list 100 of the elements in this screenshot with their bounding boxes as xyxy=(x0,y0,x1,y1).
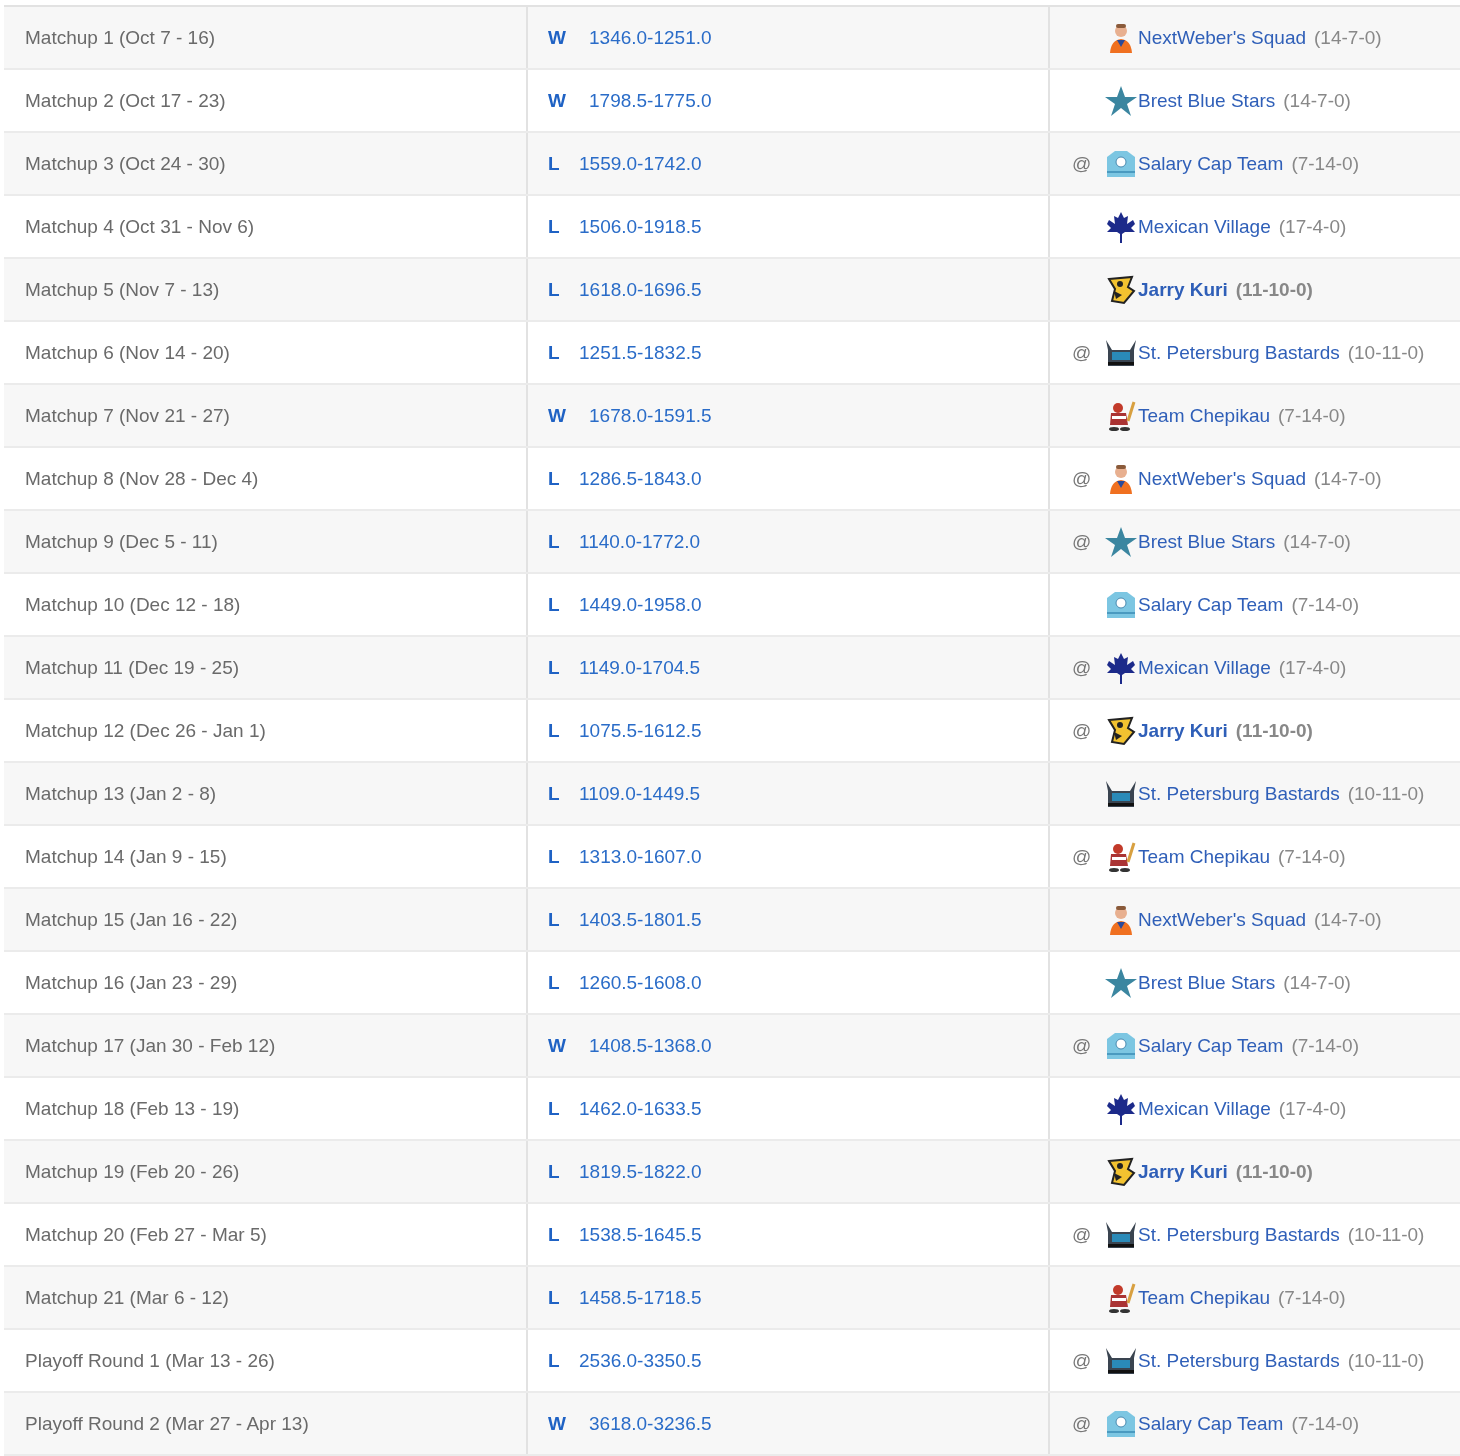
matchup-period: Matchup 12 (Dec 26 - Jan 1) xyxy=(25,719,266,742)
matchup-period: Playoff Round 2 (Mar 27 - Apr 13) xyxy=(25,1412,309,1435)
away-marker: @ xyxy=(1072,656,1093,679)
matchup-period: Matchup 21 (Mar 6 - 12) xyxy=(25,1286,229,1309)
result-letter: L xyxy=(548,845,561,868)
score-link[interactable]: 1462.0-1633.5 xyxy=(579,1097,702,1120)
team-link[interactable]: Brest Blue Stars xyxy=(1138,89,1276,112)
team-record: (7-14-0) xyxy=(1291,593,1359,616)
team-link[interactable]: Team Chepikau xyxy=(1138,404,1271,427)
team-link[interactable]: Brest Blue Stars xyxy=(1138,530,1276,553)
team-link[interactable]: Jarry Kuri xyxy=(1138,1160,1228,1183)
result-letter: L xyxy=(548,530,561,553)
away-marker: @ xyxy=(1072,1412,1093,1435)
result-letter: L xyxy=(548,152,561,175)
team-record: (11-10-0) xyxy=(1235,719,1313,742)
away-marker: @ xyxy=(1072,467,1093,490)
score-link[interactable]: 1286.5-1843.0 xyxy=(579,467,702,490)
score-link[interactable]: 3618.0-3236.5 xyxy=(589,1412,712,1435)
team-record: (11-10-0) xyxy=(1235,1160,1313,1183)
team-link[interactable]: Salary Cap Team xyxy=(1138,1034,1284,1057)
team-record: (14-7-0) xyxy=(1283,971,1351,994)
team-link[interactable]: St. Petersburg Bastards xyxy=(1138,341,1340,364)
matchup-period: Matchup 18 (Feb 13 - 19) xyxy=(25,1097,240,1120)
matchup-period: Playoff Round 1 (Mar 13 - 26) xyxy=(25,1349,275,1372)
matchup-period: Matchup 11 (Dec 19 - 25) xyxy=(25,656,240,679)
result-letter: L xyxy=(548,1097,561,1120)
matchup-period: Matchup 1 (Oct 7 - 16) xyxy=(25,26,216,49)
team-link[interactable]: Mexican Village xyxy=(1138,656,1271,679)
team-link[interactable]: Team Chepikau xyxy=(1138,1286,1271,1309)
team-record: (7-14-0) xyxy=(1278,1286,1346,1309)
score-link[interactable]: 1458.5-1718.5 xyxy=(579,1286,702,1309)
matchup-period: Matchup 3 (Oct 24 - 30) xyxy=(25,152,226,175)
away-marker: @ xyxy=(1072,152,1093,175)
score-link[interactable]: 1140.0-1772.0 xyxy=(579,530,701,553)
score-link[interactable]: 1408.5-1368.0 xyxy=(589,1034,712,1057)
team-link[interactable]: Jarry Kuri xyxy=(1138,719,1228,742)
team-link[interactable]: NextWeber's Squad xyxy=(1138,908,1307,931)
result-letter: W xyxy=(548,404,567,427)
away-marker: @ xyxy=(1072,530,1093,553)
score-link[interactable]: 1449.0-1958.0 xyxy=(579,593,702,616)
team-link[interactable]: Team Chepikau xyxy=(1138,845,1271,868)
result-letter: L xyxy=(548,278,561,301)
matchup-period: Matchup 4 (Oct 31 - Nov 6) xyxy=(25,215,255,238)
team-link[interactable]: Jarry Kuri xyxy=(1138,278,1228,301)
score-link[interactable]: 1149.0-1704.5 xyxy=(579,656,701,679)
team-link[interactable]: Brest Blue Stars xyxy=(1138,971,1276,994)
result-letter: W xyxy=(548,1412,567,1435)
score-link[interactable]: 1559.0-1742.0 xyxy=(579,152,702,175)
result-letter: W xyxy=(548,26,567,49)
team-link[interactable]: Salary Cap Team xyxy=(1138,593,1284,616)
score-link[interactable]: 2536.0-3350.5 xyxy=(579,1349,702,1372)
away-marker: @ xyxy=(1072,719,1093,742)
team-link[interactable]: St. Petersburg Bastards xyxy=(1138,782,1340,805)
result-letter: L xyxy=(548,341,561,364)
score-link[interactable]: 1109.0-1449.5 xyxy=(579,782,701,805)
team-link[interactable]: NextWeber's Squad xyxy=(1138,467,1307,490)
score-link[interactable]: 1819.5-1822.0 xyxy=(579,1160,702,1183)
result-letter: L xyxy=(548,1223,561,1246)
team-record: (14-7-0) xyxy=(1314,908,1382,931)
result-letter: L xyxy=(548,782,561,805)
away-marker: @ xyxy=(1072,1349,1093,1372)
score-link[interactable]: 1538.5-1645.5 xyxy=(579,1223,702,1246)
matchup-period: Matchup 17 (Jan 30 - Feb 12) xyxy=(25,1034,276,1057)
team-record: (7-14-0) xyxy=(1278,404,1346,427)
result-letter: L xyxy=(548,1160,561,1183)
matchup-period: Matchup 13 (Jan 2 - 8) xyxy=(25,782,217,805)
team-link[interactable]: NextWeber's Squad xyxy=(1138,26,1307,49)
team-record: (14-7-0) xyxy=(1283,89,1351,112)
team-link[interactable]: St. Petersburg Bastards xyxy=(1138,1223,1340,1246)
team-record: (14-7-0) xyxy=(1314,467,1382,490)
score-link[interactable]: 1618.0-1696.5 xyxy=(579,278,702,301)
score-link[interactable]: 1506.0-1918.5 xyxy=(579,215,702,238)
matchup-period: Matchup 2 (Oct 17 - 23) xyxy=(25,89,226,112)
team-record: (10-11-0) xyxy=(1347,782,1425,805)
score-link[interactable]: 1075.5-1612.5 xyxy=(579,719,702,742)
team-record: (10-11-0) xyxy=(1347,341,1425,364)
score-link[interactable]: 1798.5-1775.0 xyxy=(589,89,712,112)
away-marker: @ xyxy=(1072,1034,1093,1057)
team-record: (17-4-0) xyxy=(1278,656,1347,679)
matchup-period: Matchup 7 (Nov 21 - 27) xyxy=(25,404,230,427)
team-link[interactable]: Mexican Village xyxy=(1138,215,1271,238)
team-link[interactable]: Salary Cap Team xyxy=(1138,1412,1284,1435)
team-record: (7-14-0) xyxy=(1291,152,1359,175)
away-marker: @ xyxy=(1072,1223,1093,1246)
score-link[interactable]: 1260.5-1608.0 xyxy=(579,971,702,994)
matchup-period: Matchup 10 (Dec 12 - 18) xyxy=(25,593,241,616)
score-link[interactable]: 1346.0-1251.0 xyxy=(589,26,712,49)
result-letter: L xyxy=(548,656,561,679)
score-link[interactable]: 1251.5-1832.5 xyxy=(579,341,702,364)
team-record: (7-14-0) xyxy=(1291,1412,1359,1435)
matchup-period: Matchup 5 (Nov 7 - 13) xyxy=(25,278,220,301)
score-link[interactable]: 1313.0-1607.0 xyxy=(579,845,702,868)
score-link[interactable]: 1403.5-1801.5 xyxy=(579,908,702,931)
away-marker: @ xyxy=(1072,845,1093,868)
team-link[interactable]: St. Petersburg Bastards xyxy=(1138,1349,1340,1372)
away-marker: @ xyxy=(1072,341,1093,364)
score-link[interactable]: 1678.0-1591.5 xyxy=(589,404,712,427)
team-link[interactable]: Salary Cap Team xyxy=(1138,152,1284,175)
team-link[interactable]: Mexican Village xyxy=(1138,1097,1271,1120)
result-letter: L xyxy=(548,719,561,742)
